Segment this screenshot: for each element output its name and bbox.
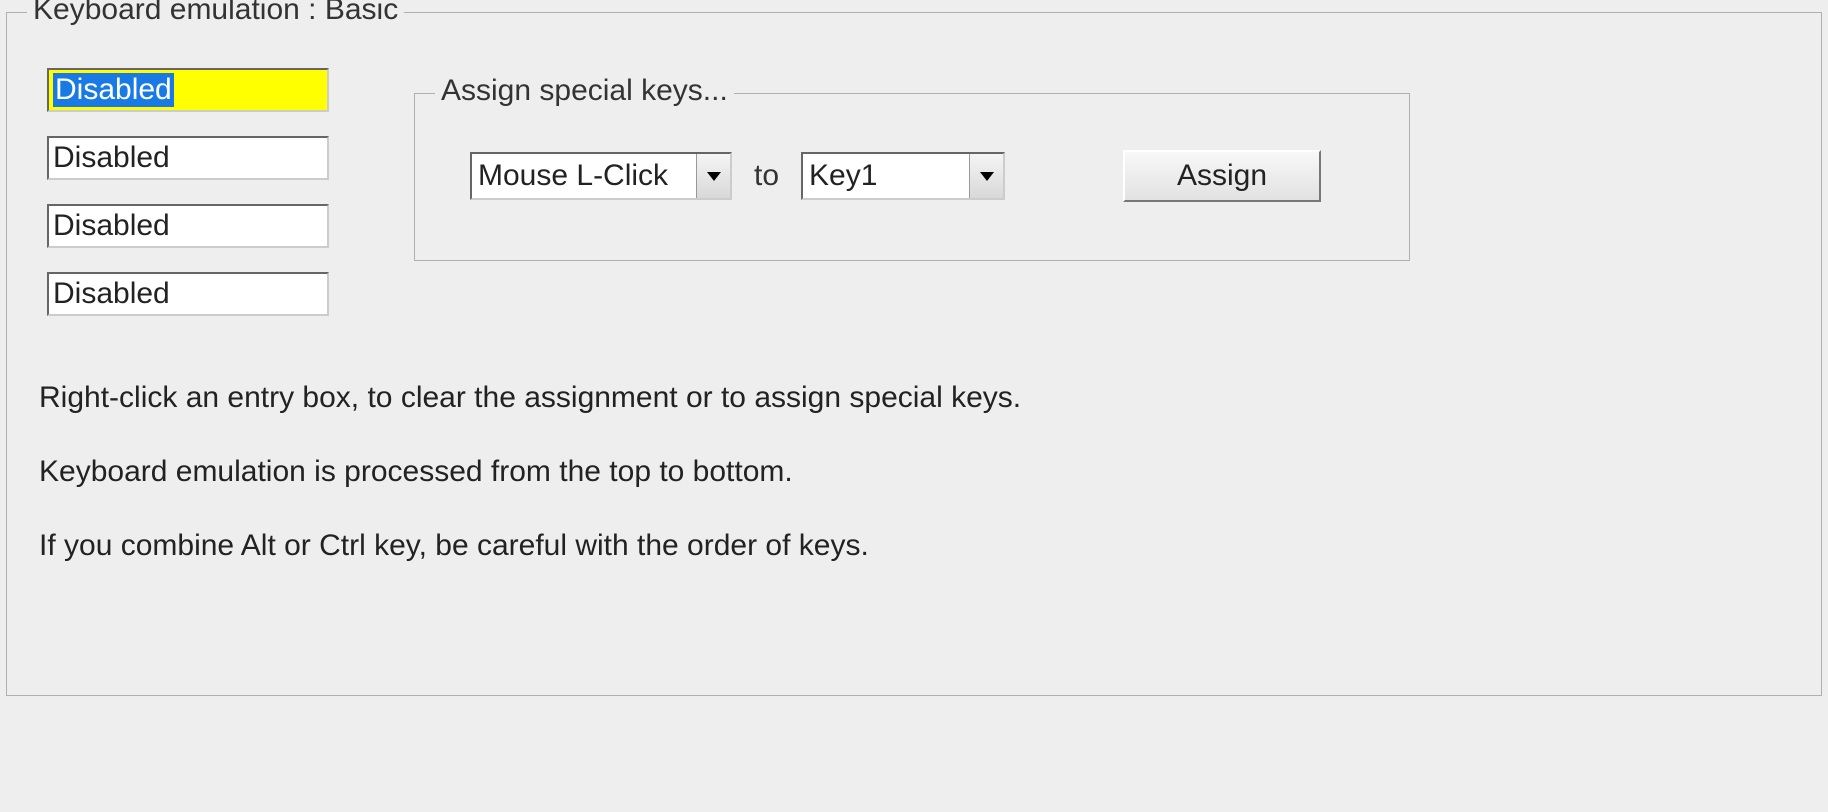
key-entry-3[interactable]: Disabled — [47, 204, 329, 248]
key-entry-1[interactable]: Disabled — [47, 68, 329, 112]
connector-label: to — [750, 159, 783, 193]
help-line-3: If you combine Alt or Ctrl key, be caref… — [39, 529, 1821, 563]
key-entry-2[interactable]: Disabled — [47, 136, 329, 180]
help-line-1: Right-click an entry box, to clear the a… — [39, 381, 1821, 415]
help-text-block: Right-click an entry box, to clear the a… — [7, 316, 1821, 563]
key-entry-label: Disabled — [53, 73, 174, 107]
assign-body: Mouse L-Click to Key1 Assign — [415, 94, 1409, 202]
assign-button[interactable]: Assign — [1123, 150, 1321, 202]
assign-special-keys-panel: Assign special keys... Mouse L-Click to … — [414, 93, 1410, 261]
entry-list: Disabled Disabled Disabled Disabled — [47, 68, 329, 316]
key-entry-label: Disabled — [53, 141, 170, 175]
help-line-2: Keyboard emulation is processed from the… — [39, 455, 1821, 489]
key-entry-label: Disabled — [53, 277, 170, 311]
assign-panel-title: Assign special keys... — [435, 74, 734, 108]
target-key-value: Key1 — [803, 154, 969, 198]
dropdown-button[interactable] — [969, 154, 1003, 198]
source-action-select[interactable]: Mouse L-Click — [470, 152, 732, 200]
content-row: Disabled Disabled Disabled Disabled Assi… — [7, 13, 1821, 316]
key-entry-4[interactable]: Disabled — [47, 272, 329, 316]
key-entry-label: Disabled — [53, 209, 170, 243]
keyboard-emulation-panel: Keyboard emulation : Basic Disabled Disa… — [6, 12, 1822, 696]
chevron-down-icon — [980, 172, 994, 181]
target-key-select[interactable]: Key1 — [801, 152, 1005, 200]
chevron-down-icon — [707, 172, 721, 181]
panel-title: Keyboard emulation : Basic — [27, 0, 404, 27]
dropdown-button[interactable] — [696, 154, 730, 198]
source-action-value: Mouse L-Click — [472, 154, 696, 198]
assign-button-label: Assign — [1177, 159, 1267, 193]
